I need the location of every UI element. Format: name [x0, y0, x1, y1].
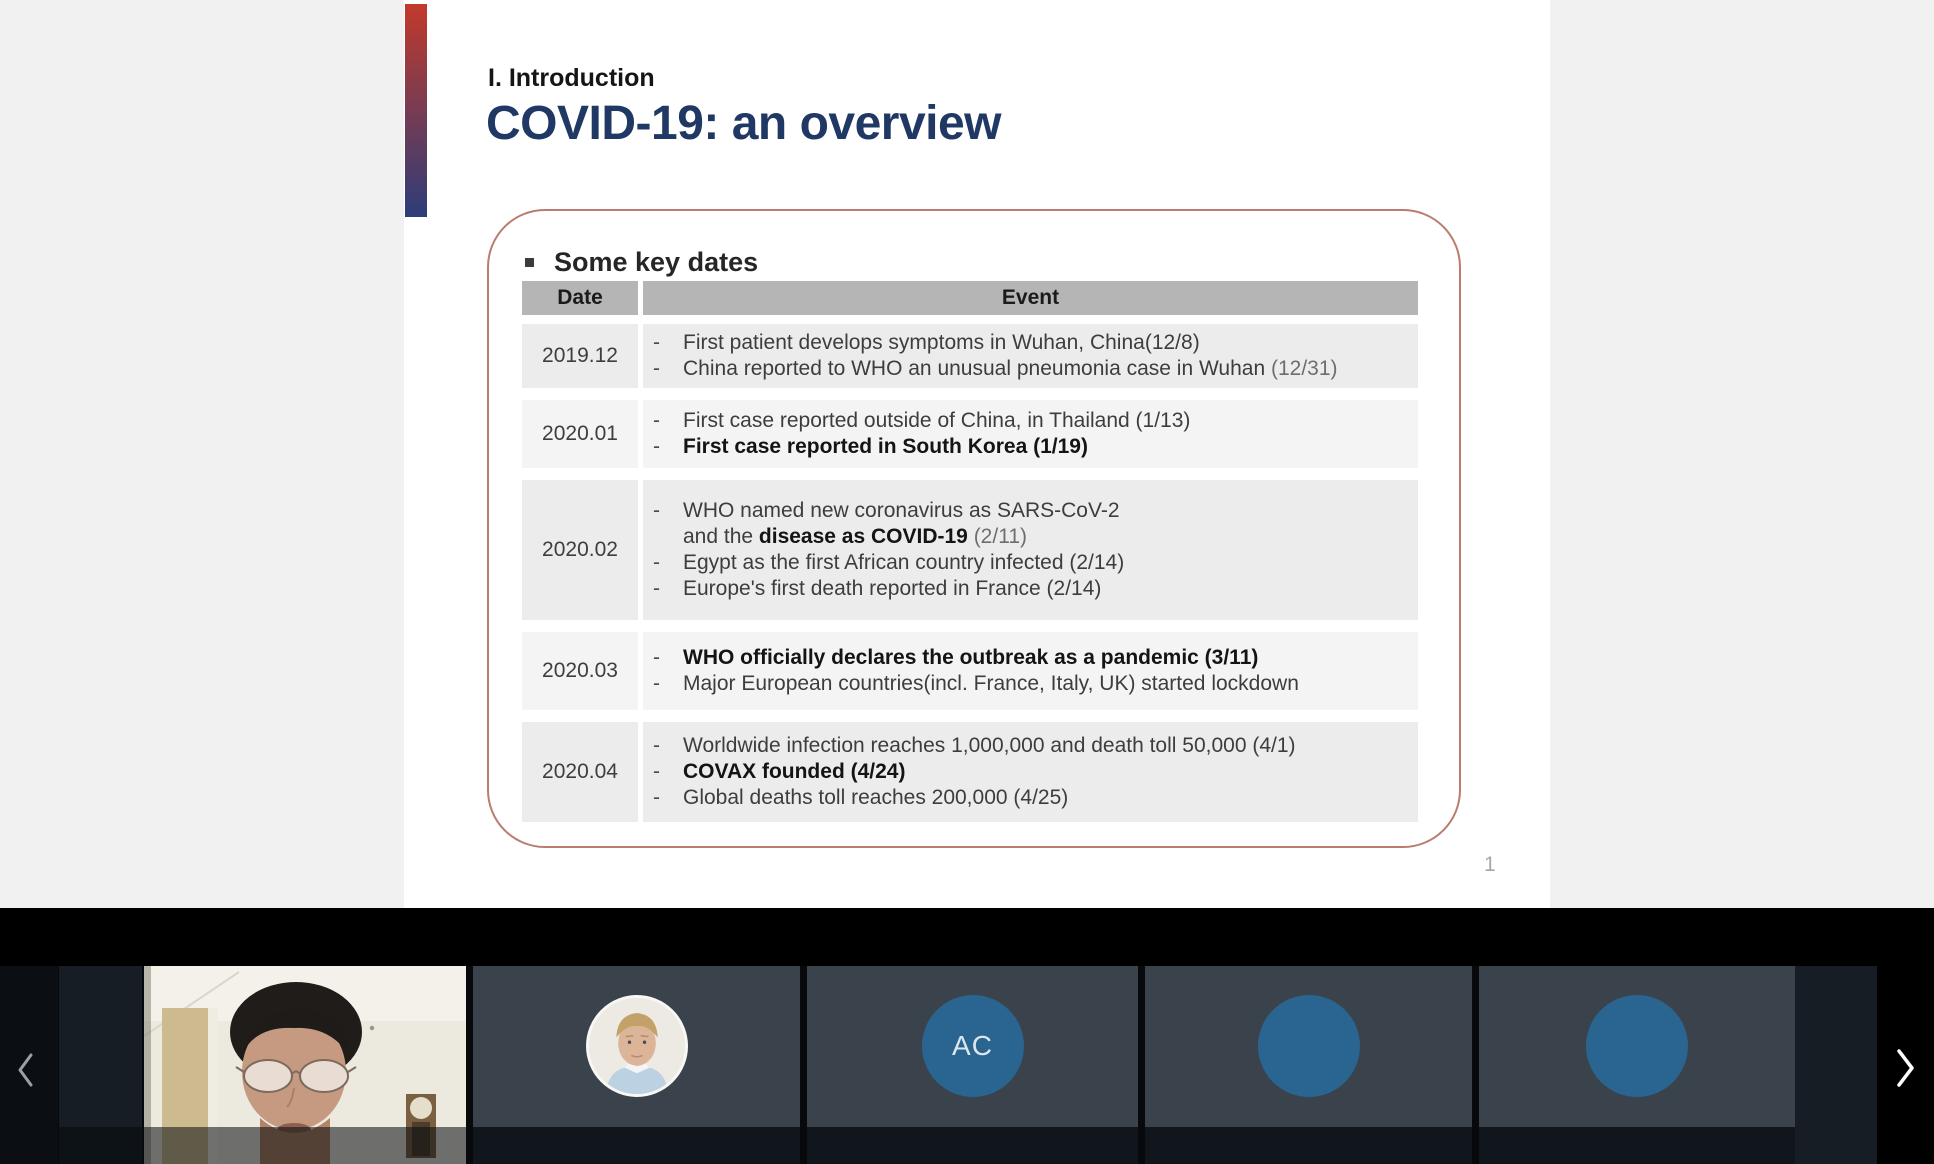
- slide-section-label: I. Introduction: [488, 64, 655, 93]
- tile-name-bar: [1479, 1127, 1795, 1164]
- tile-name-bar: [807, 1127, 1138, 1164]
- screen-share-stage: I. Introduction COVID-19: an overview So…: [0, 0, 1934, 908]
- dash-bullet: -: [653, 408, 683, 434]
- avatar: [1258, 995, 1360, 1097]
- tile-name-bar: [59, 1127, 142, 1164]
- event-line: -Major European countries(incl. France, …: [653, 671, 1418, 697]
- event-text: First case reported outside of China, in…: [683, 408, 1190, 434]
- table-header-event: Event: [643, 281, 1418, 315]
- slide-page-number: 1: [1484, 853, 1496, 877]
- event-line: -First patient develops symptoms in Wuha…: [653, 330, 1418, 356]
- event-text: China reported to WHO an unusual pneumon…: [683, 356, 1338, 382]
- event-line: -WHO officially declares the outbreak as…: [653, 645, 1418, 671]
- key-dates-heading: Some key dates: [554, 247, 758, 278]
- filmstrip-prev-button[interactable]: [0, 966, 58, 1164]
- dash-bullet: -: [653, 434, 683, 460]
- event-text: Europe's first death reported in France …: [683, 576, 1101, 602]
- presentation-slide: I. Introduction COVID-19: an overview So…: [404, 0, 1550, 908]
- dash-bullet: -: [653, 330, 683, 356]
- table-cell-date: 2019.12: [522, 324, 638, 388]
- event-line: -First case reported in South Korea (1/1…: [653, 434, 1418, 460]
- dash-bullet: -: [653, 498, 683, 524]
- table-cell-event: -First case reported outside of China, i…: [643, 400, 1418, 468]
- avatar-photo: [589, 998, 685, 1094]
- slide-accent-bar: [405, 4, 427, 217]
- dash-bullet: [653, 524, 683, 550]
- event-line: -Worldwide infection reaches 1,000,000 a…: [653, 733, 1418, 759]
- event-line: -WHO named new coronavirus as SARS-CoV-2: [653, 498, 1418, 524]
- tile-name-bar: [1145, 1127, 1472, 1164]
- avatar: [1586, 995, 1688, 1097]
- dash-bullet: -: [653, 785, 683, 811]
- dash-bullet: -: [653, 550, 683, 576]
- table-row: 2020.03-WHO officially declares the outb…: [522, 632, 1418, 710]
- event-text: First case reported in South Korea (1/19…: [683, 434, 1088, 460]
- event-text: WHO named new coronavirus as SARS-CoV-2: [683, 498, 1120, 524]
- dash-bullet: -: [653, 671, 683, 697]
- square-bullet-icon: [525, 258, 534, 267]
- event-text: Worldwide infection reaches 1,000,000 an…: [683, 733, 1296, 759]
- event-text: Egypt as the first African country infec…: [683, 550, 1124, 576]
- avatar: [586, 995, 688, 1097]
- table-body: 2019.12-First patient develops symptoms …: [522, 324, 1418, 822]
- dash-bullet: -: [653, 356, 683, 382]
- slide-title: COVID-19: an overview: [486, 96, 1001, 151]
- table-cell-date: 2020.04: [522, 722, 638, 822]
- participant-tile-initials[interactable]: AC: [807, 966, 1138, 1164]
- participant-tile-avatar-photo[interactable]: [473, 966, 800, 1164]
- dash-bullet: -: [653, 759, 683, 785]
- event-line: -COVAX founded (4/24): [653, 759, 1418, 785]
- event-text: First patient develops symptoms in Wuhan…: [683, 330, 1200, 356]
- event-line: -Global deaths toll reaches 200,000 (4/2…: [653, 785, 1418, 811]
- avatar: AC: [922, 995, 1024, 1097]
- participant-tile-blank-1[interactable]: [1145, 966, 1472, 1164]
- table-row: 2020.04-Worldwide infection reaches 1,00…: [522, 722, 1418, 822]
- event-text: COVAX founded (4/24): [683, 759, 905, 785]
- event-text: Global deaths toll reaches 200,000 (4/25…: [683, 785, 1068, 811]
- table-cell-event: -Worldwide infection reaches 1,000,000 a…: [643, 722, 1418, 822]
- dash-bullet: -: [653, 733, 683, 759]
- event-text: and the disease as COVID-19 (2/11): [683, 524, 1027, 550]
- chevron-left-icon: [14, 1050, 38, 1090]
- chevron-right-icon: [1892, 1046, 1918, 1090]
- tile-name-bar: [473, 1127, 800, 1164]
- participant-tile-video[interactable]: [144, 966, 466, 1164]
- stage-filmstrip-divider: [0, 908, 1934, 966]
- participant-tile-offscreen-right[interactable]: [1795, 966, 1877, 1164]
- key-dates-heading-row: Some key dates: [525, 247, 758, 278]
- tile-name-bar: [144, 1127, 466, 1164]
- meeting-window: I. Introduction COVID-19: an overview So…: [0, 0, 1934, 1164]
- table-header-date: Date: [522, 281, 638, 315]
- event-line: -China reported to WHO an unusual pneumo…: [653, 356, 1418, 382]
- event-line: and the disease as COVID-19 (2/11): [653, 524, 1418, 550]
- table-cell-date: 2020.03: [522, 632, 638, 710]
- table-row: 2019.12-First patient develops symptoms …: [522, 324, 1418, 388]
- event-text: WHO officially declares the outbreak as …: [683, 645, 1258, 671]
- key-dates-table: Date Event 2019.12-First patient develop…: [522, 281, 1418, 822]
- table-cell-event: -WHO officially declares the outbreak as…: [643, 632, 1418, 710]
- filmstrip-next-button[interactable]: [1877, 966, 1934, 1164]
- event-line: -Egypt as the first African country infe…: [653, 550, 1418, 576]
- table-row: 2020.02-WHO named new coronavirus as SAR…: [522, 480, 1418, 620]
- dash-bullet: -: [653, 576, 683, 602]
- participant-tile-offscreen-left[interactable]: [59, 966, 142, 1164]
- event-text: Major European countries(incl. France, I…: [683, 671, 1299, 697]
- table-row: 2020.01-First case reported outside of C…: [522, 400, 1418, 468]
- table-header-row: Date Event: [522, 281, 1418, 315]
- table-cell-date: 2020.02: [522, 480, 638, 620]
- event-line: -Europe's first death reported in France…: [653, 576, 1418, 602]
- event-line: -First case reported outside of China, i…: [653, 408, 1418, 434]
- table-cell-event: -First patient develops symptoms in Wuha…: [643, 324, 1418, 388]
- table-cell-date: 2020.01: [522, 400, 638, 468]
- participant-tile-blank-2[interactable]: [1479, 966, 1795, 1164]
- table-cell-event: -WHO named new coronavirus as SARS-CoV-2…: [643, 480, 1418, 620]
- dash-bullet: -: [653, 645, 683, 671]
- participant-filmstrip: AC: [0, 966, 1934, 1164]
